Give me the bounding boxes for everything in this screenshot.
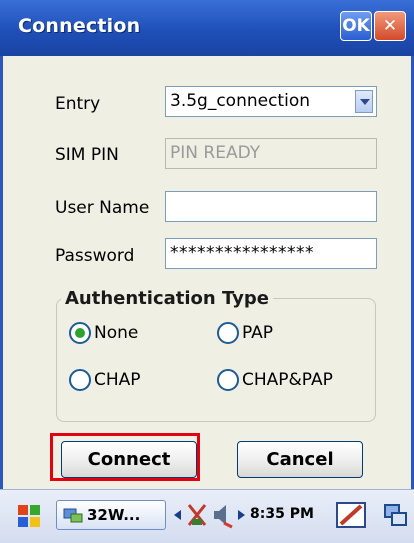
window-title: Connection [18,15,141,37]
connection-form: Entry 3.5g_connection SIM PIN PIN READY … [0,56,414,489]
radio-chap-pap-label[interactable]: CHAP&PAP [242,370,333,390]
connect-highlight-box [50,433,200,481]
password-label: Password [55,246,135,266]
radio-pap-label[interactable]: PAP [242,323,273,343]
authentication-type-group [56,298,376,422]
cancel-button[interactable]: Cancel [237,441,363,478]
radio-pap[interactable] [217,322,239,344]
radio-none[interactable] [69,322,91,344]
radio-chap-pap[interactable] [217,369,239,391]
taskbar-app-label: 32W... [87,506,141,524]
sim-pin-label: SIM PIN [55,145,119,165]
clock[interactable]: 8:35 PM [250,506,314,522]
entry-label: Entry [55,94,101,114]
radio-none-label[interactable]: None [94,323,138,343]
radio-chap[interactable] [69,369,91,391]
user-name-field[interactable] [165,191,377,222]
title-bar: Connection OK ✕ [0,0,414,56]
radio-chap-label[interactable]: CHAP [94,370,141,390]
sim-pin-field: PIN READY [165,138,377,169]
ok-button[interactable]: OK [340,11,372,41]
password-field[interactable]: **************** [165,238,377,269]
pen-input-icon[interactable] [335,500,367,530]
entry-value: 3.5g_connection [170,91,310,111]
signal-off-icon[interactable] [186,501,208,529]
desktop-icon[interactable] [382,502,410,530]
start-flag-icon[interactable] [14,502,44,530]
chevron-down-icon[interactable] [355,90,373,113]
taskbar-app-button[interactable]: 32W... [56,500,166,530]
speaker-icon[interactable] [211,501,233,529]
user-name-label: User Name [55,198,150,218]
close-button[interactable]: ✕ [374,11,406,41]
scroll-left-icon[interactable] [173,509,183,521]
taskbar: 32W... 8:35 PM [0,489,414,543]
close-icon: ✕ [382,16,398,36]
authentication-type-title: Authentication Type [61,288,273,309]
scroll-right-icon[interactable] [236,509,246,521]
entry-dropdown[interactable]: 3.5g_connection [165,86,377,117]
network-app-icon [63,508,83,523]
